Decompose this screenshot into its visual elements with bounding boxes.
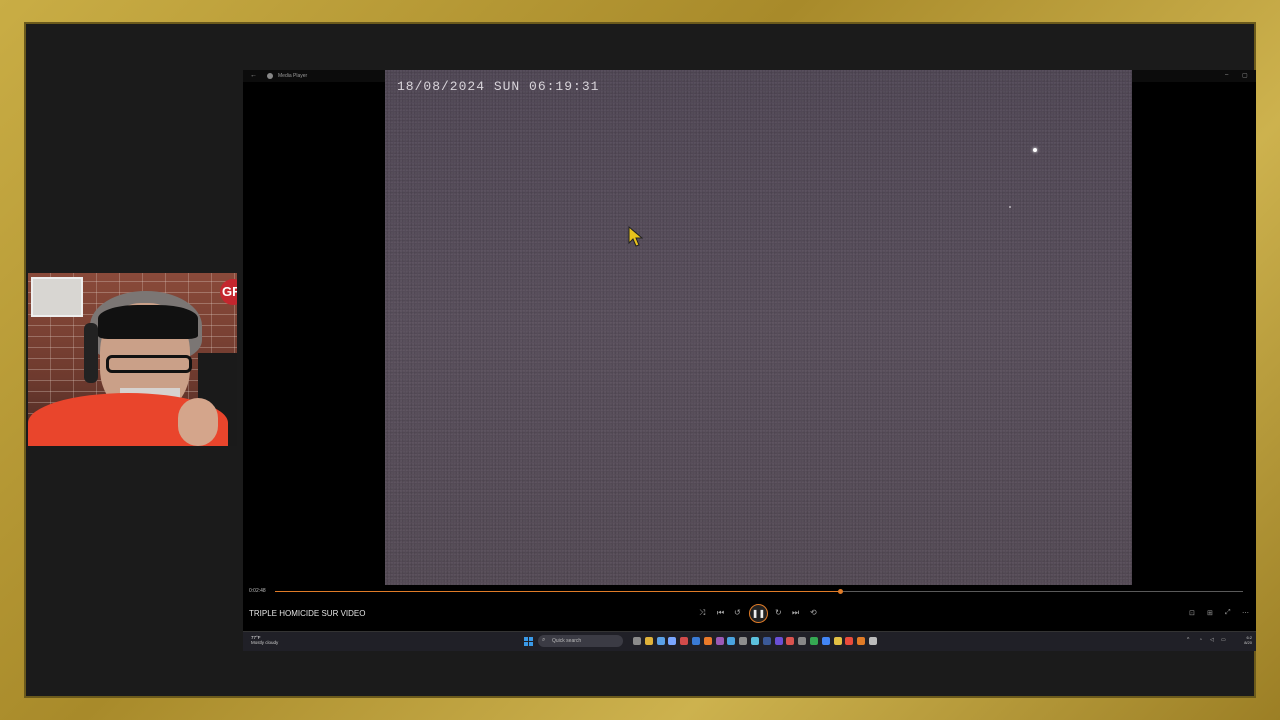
taskbar-app-icon[interactable]	[798, 637, 807, 645]
taskbar-app-icon[interactable]	[751, 637, 759, 645]
minimize-button[interactable]: –	[1225, 72, 1228, 78]
more-options-icon[interactable]: ⋯	[1242, 609, 1249, 617]
taskbar-app-icon[interactable]	[786, 637, 795, 645]
light-point	[1033, 148, 1037, 152]
pause-button[interactable]: ❚❚	[749, 604, 768, 623]
taskbar-app-icon[interactable]	[633, 637, 641, 645]
taskbar-clock[interactable]: 6:2 8/20	[1244, 635, 1252, 645]
maximize-button[interactable]: ▢	[1242, 72, 1248, 79]
windows-taskbar: 77°F Mostly cloudy ⌕ Quick search ^ ◔ ◁ …	[243, 631, 1256, 651]
taskbar-app-icon[interactable]	[810, 637, 818, 645]
weather-widget[interactable]: 77°F Mostly cloudy	[251, 635, 278, 645]
pause-icon: ❚❚	[751, 609, 766, 618]
elapsed-time: 0:02:48	[249, 588, 266, 594]
fullscreen-icon[interactable]: ⤢	[1225, 609, 1231, 617]
taskbar-app-icon[interactable]	[668, 637, 677, 645]
weather-desc: Mostly cloudy	[251, 640, 279, 645]
light-point	[1009, 206, 1011, 208]
taskbar-app-icon[interactable]	[833, 637, 842, 645]
taskbar-app-icon[interactable]	[680, 637, 689, 645]
camera-timestamp: 18/08/2024 SUN 06:19:31	[397, 79, 600, 94]
webcam-overlay: GR	[28, 273, 237, 446]
playback-controls: TRIPLE HOMICIDE SUR VIDEO ⤨ ⏮ ↺ ❚❚ ↻ ⏭ ⟲…	[243, 597, 1256, 631]
taskbar-app-icon[interactable]	[857, 637, 866, 645]
taskbar-app-icon[interactable]	[845, 637, 854, 645]
taskbar-app-icon[interactable]	[727, 637, 736, 645]
app-title: Media Player	[278, 73, 308, 79]
taskbar-app-icon[interactable]	[692, 637, 700, 645]
mouse-cursor-icon	[628, 226, 644, 247]
taskbar-search[interactable]: ⌕ Quick search	[538, 635, 623, 647]
taskbar-app-icon[interactable]	[715, 637, 724, 645]
seek-bar-row: 0:02:48	[243, 585, 1256, 597]
taskbar-app-icon[interactable]	[656, 637, 665, 645]
person-arm	[178, 398, 218, 446]
media-player-app-icon	[267, 73, 273, 79]
tray-chevron-icon[interactable]: ^	[1187, 637, 1189, 643]
visor-cap	[98, 305, 198, 339]
repeat-icon[interactable]: ⟲	[810, 608, 817, 617]
previous-icon[interactable]: ⏮	[717, 608, 724, 618]
seek-thumb[interactable]	[838, 589, 844, 594]
tray-volume-icon[interactable]: ◁	[1210, 637, 1214, 643]
tray-battery-icon[interactable]: ▭	[1221, 637, 1226, 643]
video-frame[interactable]: 18/08/2024 SUN 06:19:31	[385, 70, 1132, 585]
glasses	[106, 355, 192, 373]
cast-icon[interactable]: ⊞	[1207, 609, 1213, 617]
search-placeholder: Quick search	[552, 638, 582, 644]
taskbar-app-icon[interactable]	[703, 637, 712, 645]
search-icon: ⌕	[542, 637, 546, 643]
wall-picture	[31, 277, 83, 317]
clock-date: 8/20	[1244, 640, 1252, 645]
video-title: TRIPLE HOMICIDE SUR VIDEO	[249, 609, 366, 618]
tray-network-icon[interactable]: ◔	[1199, 637, 1202, 643]
rewind-icon[interactable]: ↺	[734, 608, 741, 617]
taskbar-app-icon[interactable]	[869, 637, 877, 645]
seek-bar[interactable]	[275, 589, 1243, 594]
headset	[84, 323, 98, 383]
taskbar-app-icon[interactable]	[644, 637, 653, 645]
media-player-window: ← Media Player – ▢ 18/08/2024 SUN 06:19:…	[243, 70, 1256, 651]
forward-icon[interactable]: ↻	[775, 608, 782, 617]
back-arrow-icon[interactable]: ←	[250, 72, 257, 79]
start-button-icon[interactable]	[524, 637, 533, 646]
seek-bar-fill	[275, 591, 841, 592]
taskbar-app-icon[interactable]	[774, 637, 783, 645]
miniplayer-icon[interactable]: ⊡	[1189, 609, 1195, 617]
taskbar-app-icon[interactable]	[739, 637, 748, 645]
taskbar-app-icon[interactable]	[821, 637, 830, 645]
shuffle-icon[interactable]: ⤨	[699, 608, 705, 618]
taskbar-app-icon[interactable]	[762, 637, 771, 645]
next-icon[interactable]: ⏭	[792, 608, 799, 618]
